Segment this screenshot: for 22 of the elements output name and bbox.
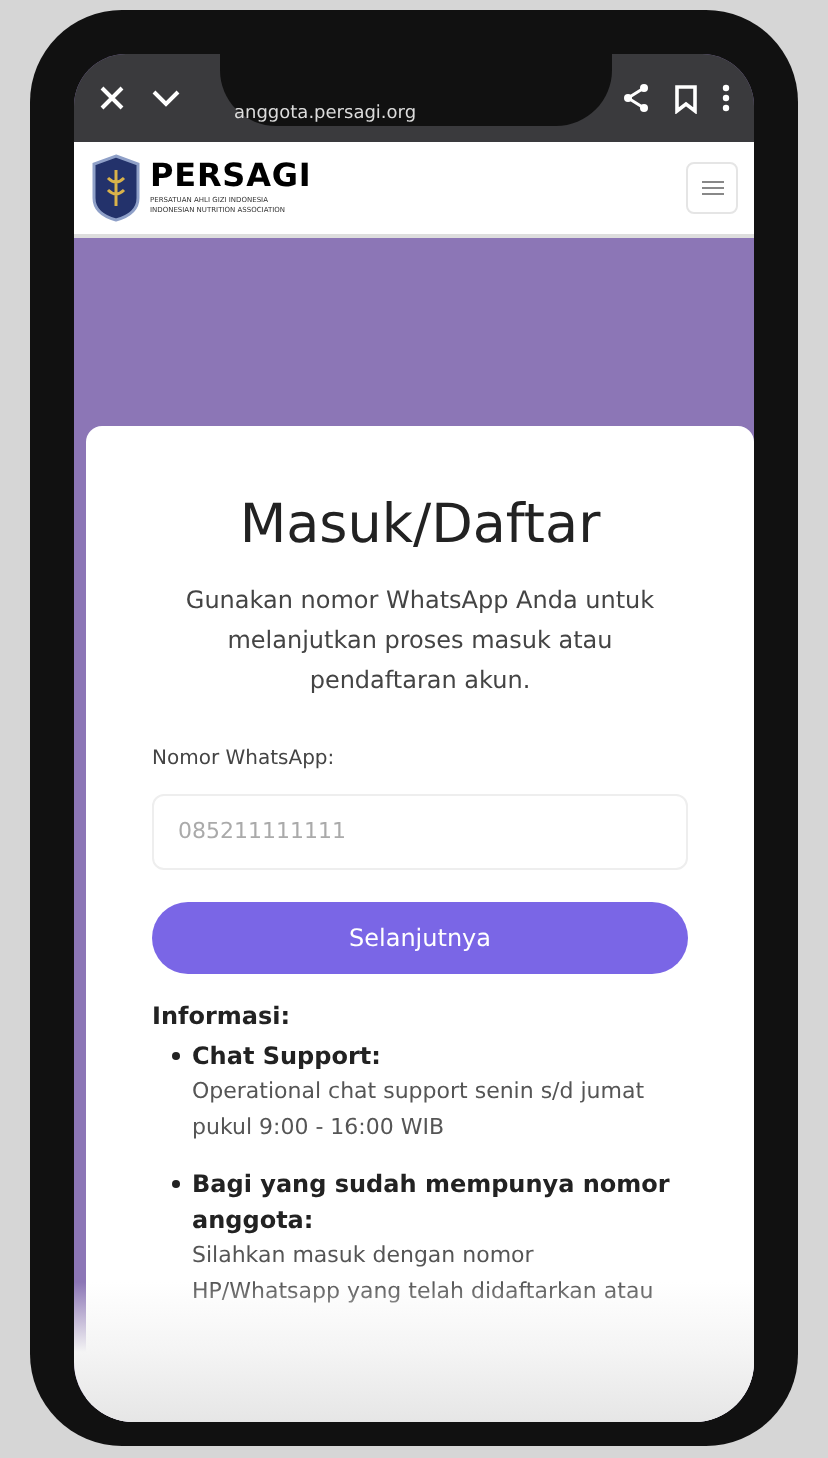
bullet-icon (172, 1179, 180, 1187)
close-icon[interactable] (98, 84, 126, 112)
phone-number-field[interactable]: 085211111111 (152, 793, 688, 869)
bullet-icon (172, 1051, 180, 1059)
menu-button[interactable] (686, 162, 738, 214)
brand-name: PERSAGI (150, 160, 312, 192)
menu-icon (701, 180, 723, 196)
bookmark-icon[interactable] (674, 83, 698, 113)
more-options-icon[interactable] (722, 84, 730, 112)
info-item-text: Operational chat support senin s/d jumat pukul 9:00 - 16:00 WIB (192, 1075, 647, 1143)
next-button[interactable]: Selanjutnya (152, 901, 688, 973)
url-text[interactable]: anggota.persagi.org (234, 102, 417, 130)
info-heading: Informasi: (152, 999, 293, 1033)
info-item-text: Silahkan masuk dengan nomor HP/Whatsapp yang telah didaftarkan atau (192, 1239, 656, 1307)
logo-emblem-icon (90, 154, 142, 222)
info-item-title: Bagi yang sudah mempunya nomor anggota: (192, 1167, 672, 1237)
card-title: Masuk/Daftar (237, 492, 603, 560)
chevron-down-icon[interactable] (150, 88, 182, 108)
field-label: Nomor WhatsApp: (152, 745, 337, 773)
card-subtitle: Gunakan nomor WhatsApp Anda untuk melanjutkan proses masuk atau pendaftaran akun. (183, 583, 657, 697)
info-item-title: Chat Support: (192, 1039, 383, 1073)
share-icon[interactable] (622, 82, 650, 114)
